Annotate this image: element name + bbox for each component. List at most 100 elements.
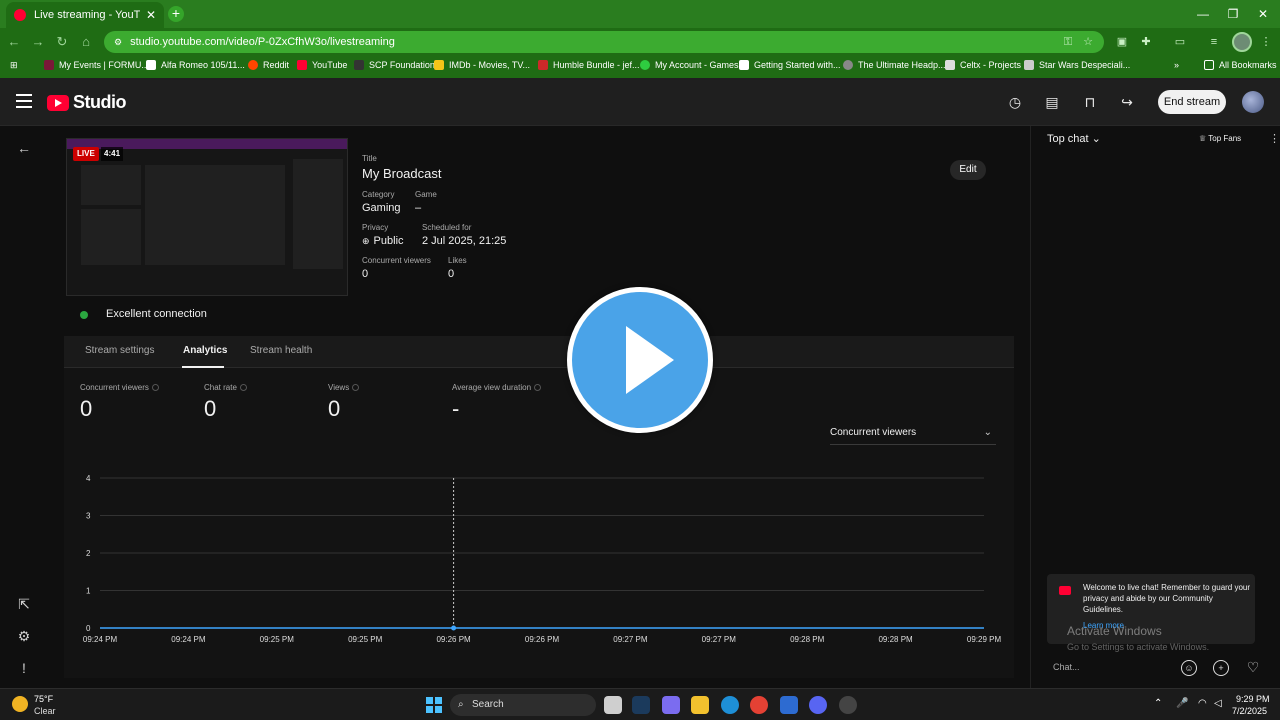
- tray-overflow-icon[interactable]: ⌃: [1154, 698, 1162, 709]
- bookmark-item[interactable]: Star Wars Despeciali...: [1024, 60, 1130, 70]
- file-explorer-icon[interactable]: [691, 696, 709, 714]
- add-icon[interactable]: +: [1213, 660, 1229, 676]
- bookmark-item[interactable]: The Ultimate Headp...: [843, 60, 946, 70]
- edge-icon[interactable]: [721, 696, 739, 714]
- url-bar[interactable]: ⚙ studio.youtube.com/video/P-0ZxCfhW3o/l…: [104, 31, 1104, 53]
- tab-analytics[interactable]: Analytics: [183, 345, 227, 356]
- concurrent-viewers-chart: 0 1 2 3 4 09:24 PM 09:24 PM 09:25 PM 09:25 PM 09:…: [83, 474, 1002, 644]
- chrome-icon[interactable]: [750, 696, 768, 714]
- stream-preview[interactable]: LIVE 4:41: [66, 138, 348, 296]
- apps-grid-icon[interactable]: ⊞: [10, 60, 18, 71]
- menu-hamburger-icon[interactable]: [16, 94, 32, 108]
- steam-icon[interactable]: [632, 696, 650, 714]
- dashboard-tabs: Stream settings Analytics Stream health: [64, 336, 1014, 368]
- top-fans-button[interactable]: ♕ Top Fans: [1199, 134, 1241, 143]
- chat-mode-dropdown[interactable]: Top chat ⌄: [1047, 132, 1101, 145]
- help-icon[interactable]: [352, 384, 360, 392]
- bookmark-item[interactable]: My Account - Games: [640, 60, 739, 70]
- copilot-icon[interactable]: [662, 696, 680, 714]
- metric-dropdown[interactable]: Concurrent viewers ⌄: [830, 427, 996, 445]
- reading-list-icon[interactable]: ≡: [1206, 34, 1222, 50]
- bookmark-item[interactable]: SCP Foundation: [354, 60, 435, 70]
- edit-button[interactable]: Edit: [950, 160, 986, 180]
- privacy-text: Public: [373, 235, 404, 247]
- end-stream-button[interactable]: End stream: [1158, 90, 1226, 114]
- browser-menu-icon[interactable]: ⋮: [1258, 34, 1274, 50]
- x-tick-label: 09:24 PM: [83, 635, 118, 644]
- password-key-icon[interactable]: ⚿: [1060, 34, 1076, 50]
- timer-icon[interactable]: ◷: [1006, 93, 1024, 111]
- discord-icon[interactable]: [809, 696, 827, 714]
- bookmark-item[interactable]: Reddit: [248, 60, 289, 70]
- all-bookmarks-folder[interactable]: All Bookmarks: [1204, 60, 1277, 70]
- bookmark-item[interactable]: IMDb - Movies, TV...: [434, 60, 530, 70]
- heart-icon[interactable]: ♡: [1245, 660, 1261, 676]
- bookmark-item[interactable]: My Events | FORMU...: [44, 60, 149, 70]
- new-tab-button[interactable]: +: [168, 6, 184, 22]
- back-icon[interactable]: ←: [6, 34, 22, 50]
- tab-stream-settings[interactable]: Stream settings: [85, 345, 154, 356]
- chat-menu-icon[interactable]: ⋮: [1269, 132, 1280, 145]
- stat-label: Average view duration: [452, 383, 542, 392]
- back-arrow-icon[interactable]: ←: [16, 140, 32, 156]
- clapper-icon[interactable]: ▤: [1043, 93, 1061, 111]
- feedback-icon[interactable]: !: [16, 660, 32, 676]
- live-badge: LIVE: [73, 147, 99, 161]
- play-icon[interactable]: [567, 287, 713, 433]
- extensions-puzzle-icon[interactable]: ✚: [1138, 34, 1154, 50]
- bookmark-item[interactable]: YouTube: [297, 60, 347, 70]
- windows-start-icon[interactable]: [426, 697, 442, 713]
- taskbar-search[interactable]: ⌕ Search: [450, 694, 596, 716]
- browser-tab-active[interactable]: Live streaming - YouTube Studi ✕: [6, 2, 164, 28]
- cast-icon[interactable]: ▭: [1172, 34, 1188, 50]
- bookmark-icon[interactable]: ⊓: [1081, 93, 1099, 111]
- clock-time[interactable]: 9:29 PM: [1236, 694, 1270, 704]
- channel-avatar[interactable]: [1242, 91, 1264, 113]
- app-icon[interactable]: [839, 696, 857, 714]
- bookmark-item[interactable]: Getting Started with...: [739, 60, 841, 70]
- site-info-icon[interactable]: ⚙: [114, 37, 122, 48]
- activate-windows-title: Activate Windows: [1067, 624, 1162, 638]
- bookmark-label: Star Wars Despeciali...: [1039, 60, 1131, 70]
- home-icon[interactable]: ⌂: [78, 34, 94, 50]
- minimize-icon[interactable]: —: [1188, 4, 1218, 24]
- youtube-logo-icon: [1059, 586, 1071, 595]
- share-icon[interactable]: ↪: [1118, 93, 1136, 111]
- open-external-icon[interactable]: ⇱: [16, 596, 32, 612]
- maximize-icon[interactable]: ❐: [1218, 4, 1248, 24]
- close-tab-icon[interactable]: ✕: [146, 8, 156, 22]
- emoji-icon[interactable]: ☺: [1181, 660, 1197, 676]
- settings-gear-icon[interactable]: ⚙: [16, 628, 32, 644]
- tab-stream-health[interactable]: Stream health: [250, 345, 312, 356]
- concurrent-viewers-value: 0: [362, 268, 369, 280]
- connection-status-icon: [80, 311, 88, 319]
- weather-moon-icon[interactable]: [12, 696, 28, 712]
- x-tick-label: 09:29 PM: [967, 635, 1002, 644]
- help-icon[interactable]: [151, 384, 159, 392]
- bookmark-label: YouTube: [312, 60, 348, 70]
- microphone-icon[interactable]: 🎤: [1176, 698, 1188, 709]
- extension-icon[interactable]: ▣: [1114, 34, 1130, 50]
- task-view-icon[interactable]: [604, 696, 622, 714]
- volume-icon[interactable]: ◁: [1214, 698, 1222, 709]
- help-icon[interactable]: [239, 384, 247, 392]
- search-label: Search: [472, 699, 504, 710]
- left-rail: ← ⇱ ⚙ !: [0, 126, 48, 688]
- bookmark-item[interactable]: Celtx - Projects: [945, 60, 1021, 70]
- reload-icon[interactable]: ↻: [54, 34, 70, 50]
- forward-icon[interactable]: →: [30, 34, 46, 50]
- clock-date[interactable]: 7/2/2025: [1232, 706, 1267, 716]
- chat-input[interactable]: Chat...: [1043, 656, 1179, 678]
- bookmark-label: The Ultimate Headp...: [858, 60, 946, 70]
- game-label: Game: [415, 190, 437, 199]
- bookmark-star-icon[interactable]: ☆: [1080, 34, 1096, 50]
- bookmark-item[interactable]: Humble Bundle - jef...: [538, 60, 640, 70]
- remote-desktop-icon[interactable]: [780, 696, 798, 714]
- wifi-icon[interactable]: ◠: [1198, 698, 1207, 709]
- more-bookmarks-icon[interactable]: »: [1174, 60, 1179, 70]
- browser-profile-avatar[interactable]: [1232, 32, 1252, 52]
- studio-logo[interactable]: Studio: [47, 92, 127, 113]
- bookmark-item[interactable]: Alfa Romeo 105/11...: [146, 60, 245, 70]
- close-window-icon[interactable]: ✕: [1248, 4, 1278, 24]
- help-icon[interactable]: [534, 384, 542, 392]
